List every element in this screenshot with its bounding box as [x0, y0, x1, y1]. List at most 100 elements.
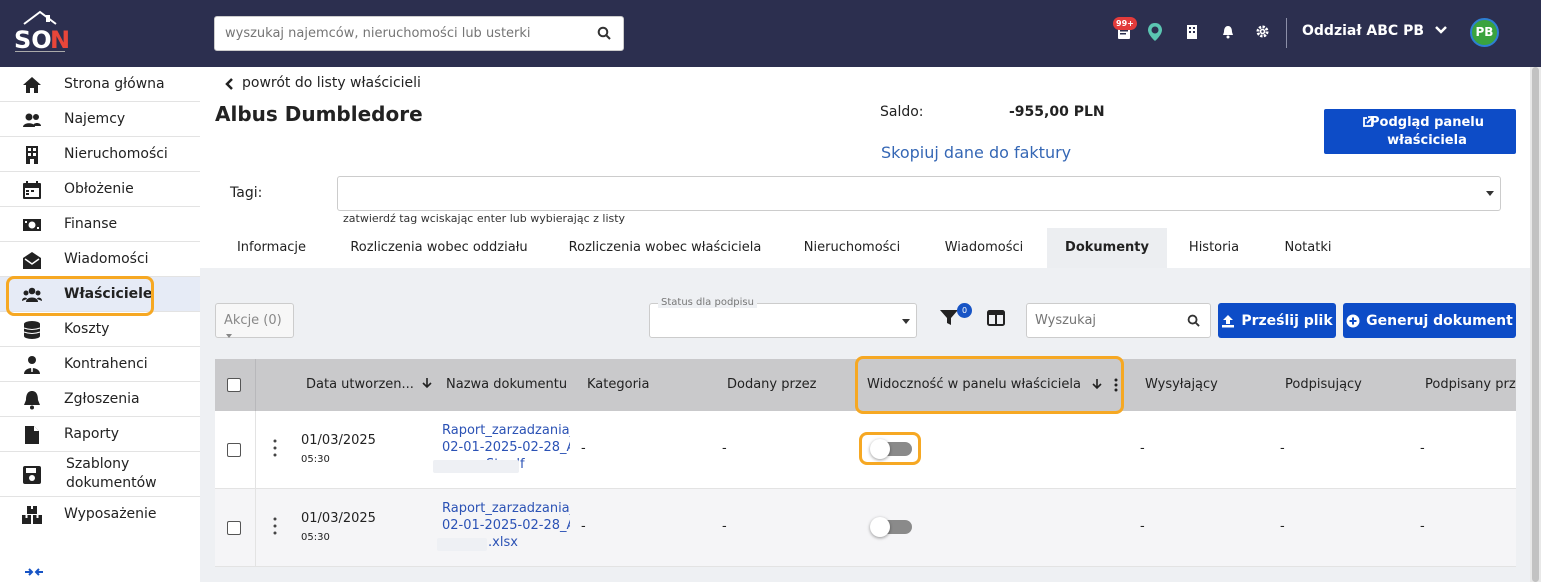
row-date: 01/03/2025 — [301, 433, 376, 448]
column-signed-by[interactable]: Podpisany prze — [1425, 377, 1516, 392]
building-icon[interactable] — [1186, 25, 1198, 39]
row-signed-by: - — [1420, 441, 1425, 456]
sidebar-item-messages[interactable]: Wiadomości — [0, 242, 200, 277]
column-signer[interactable]: Podpisujący — [1285, 377, 1362, 392]
sort-down-icon[interactable] — [422, 377, 432, 389]
bell-icon — [24, 391, 40, 410]
sidebar-item-label: Nieruchomości — [64, 146, 168, 162]
sidebar-item-label: Koszty — [64, 321, 110, 337]
sidebar-item-templates[interactable]: Szablony dokumentów — [0, 452, 200, 497]
scrollbar[interactable] — [1530, 67, 1541, 582]
redaction — [433, 460, 519, 473]
column-divider — [255, 359, 256, 411]
row-time: 05:30 — [301, 454, 330, 465]
chevron-down-icon — [1434, 26, 1447, 34]
tab-rozliczenia-oddzial[interactable]: Rozliczenia wobec oddziału — [335, 228, 543, 268]
documents-search[interactable] — [1026, 303, 1211, 338]
search-icon[interactable] — [597, 26, 611, 40]
documents-search-input[interactable] — [1027, 304, 1177, 337]
generate-document-button[interactable]: Generuj dokument — [1343, 303, 1516, 338]
row-menu-icon[interactable] — [273, 517, 277, 535]
sidebar-item-finance[interactable]: Finanse — [0, 207, 200, 242]
upload-icon — [1222, 314, 1235, 327]
sidebar-item-occupancy[interactable]: Obłożenie — [0, 172, 200, 207]
column-added-by[interactable]: Dodany przez — [727, 377, 817, 392]
sidebar-item-costs[interactable]: Koszty — [0, 312, 200, 347]
signature-status-select[interactable]: Status dla podpisu — [649, 297, 917, 338]
money-icon — [23, 219, 41, 231]
column-category[interactable]: Kategoria — [587, 377, 650, 392]
actions-label: Akcje (0) — [224, 313, 282, 328]
tab-notatki[interactable]: Notatki — [1262, 228, 1354, 268]
row-category: - — [581, 519, 586, 534]
sidebar-item-tenants[interactable]: Najemcy — [0, 102, 200, 137]
svg-text:SO: SO — [14, 26, 52, 54]
gear-icon[interactable] — [1256, 25, 1269, 38]
row-category: - — [581, 441, 586, 456]
sidebar-item-label: Wyposażenie — [64, 506, 157, 522]
header-divider — [1286, 18, 1287, 48]
page-title: Albus Dumbledore — [215, 102, 423, 126]
visibility-toggle[interactable] — [870, 517, 912, 537]
row-date: 01/03/2025 — [301, 511, 376, 526]
tags-select[interactable] — [337, 176, 1501, 211]
tab-dokumenty[interactable]: Dokumenty — [1047, 228, 1167, 268]
document-name-line: Raport_zarzadzania_ — [442, 501, 570, 516]
row-menu-icon[interactable] — [273, 439, 277, 457]
sidebar-item-reports[interactable]: Raporty — [0, 417, 200, 452]
row-sender: - — [1140, 441, 1145, 456]
tab-nieruchomosci[interactable]: Nieruchomości — [787, 228, 917, 268]
toggle-knob — [870, 517, 890, 537]
sidebar-item-home[interactable]: Strona główna — [0, 67, 200, 102]
row-checkbox[interactable] — [227, 521, 241, 535]
sidebar-item-reports-issues[interactable]: Zgłoszenia — [0, 382, 200, 417]
bell-icon[interactable] — [1222, 25, 1234, 39]
sidebar-item-label: Raporty — [64, 426, 119, 442]
global-search[interactable] — [214, 16, 624, 51]
actions-dropdown[interactable]: Akcje (0) — [215, 303, 294, 338]
sidebar-item-contractors[interactable]: Kontrahenci — [0, 347, 200, 382]
chevron-left-icon — [225, 78, 233, 90]
tab-wiadomosci[interactable]: Wiadomości — [927, 228, 1041, 268]
sidebar-item-label: Strona główna — [64, 76, 165, 92]
plus-circle-icon — [1346, 314, 1360, 327]
file-icon — [25, 426, 39, 444]
sidebar-item-properties[interactable]: Nieruchomości — [0, 137, 200, 172]
copy-invoice-data-link[interactable]: Skopiuj dane do faktury — [881, 143, 1071, 162]
sidebar-item-equipment[interactable]: Wyposażenie — [0, 497, 200, 531]
sidebar-item-label: Finanse — [64, 216, 118, 232]
column-sender[interactable]: Wysyłający — [1145, 377, 1218, 392]
row-signer: - — [1280, 441, 1285, 456]
row-signed-by: - — [1420, 519, 1425, 534]
filter-count-badge: 0 — [957, 303, 972, 318]
branch-selector[interactable]: Oddział ABC PB — [1302, 23, 1447, 39]
sidebar-item-label: Wiadomości — [64, 251, 149, 267]
column-date[interactable]: Data utworzen... — [306, 377, 432, 392]
document-name-line: 02-01-2025-02-28_Alc — [442, 440, 570, 455]
scrollbar-thumb[interactable] — [1532, 67, 1539, 582]
filter-icon[interactable] — [940, 310, 958, 326]
search-icon[interactable] — [1187, 314, 1200, 327]
tab-historia[interactable]: Historia — [1172, 228, 1256, 268]
row-checkbox[interactable] — [227, 443, 241, 457]
upload-file-button[interactable]: Prześlij plik — [1218, 303, 1336, 338]
collapse-sidebar-icon[interactable] — [24, 567, 44, 577]
son-logo[interactable]: SO N — [10, 10, 72, 56]
generate-document-label: Generuj dokument — [1366, 312, 1513, 329]
search-input[interactable] — [215, 17, 575, 50]
back-link[interactable]: powrót do listy właścicieli — [225, 75, 421, 91]
owners-highlight — [6, 276, 154, 316]
tab-rozliczenia-wlasciciel[interactable]: Rozliczenia wobec właściciela — [553, 228, 777, 268]
row-sender: - — [1140, 519, 1145, 534]
sidebar-item-label: Kontrahenci — [64, 356, 148, 372]
avatar[interactable]: PB — [1470, 18, 1499, 47]
column-date-label: Data utworzen... — [306, 377, 414, 392]
column-name[interactable]: Nazwa dokumentu — [446, 377, 567, 392]
column-divider — [255, 489, 256, 567]
location-pin-icon[interactable] — [1147, 22, 1163, 42]
table-row: 01/03/2025 05:30 Raport_zarzadzania_ 02-… — [215, 489, 1516, 567]
select-all-checkbox[interactable] — [227, 378, 241, 392]
tab-informacje[interactable]: Informacje — [215, 228, 328, 268]
columns-icon[interactable] — [987, 310, 1005, 326]
owner-panel-preview-button[interactable]: Podgląd panelu właściciela — [1324, 109, 1516, 154]
